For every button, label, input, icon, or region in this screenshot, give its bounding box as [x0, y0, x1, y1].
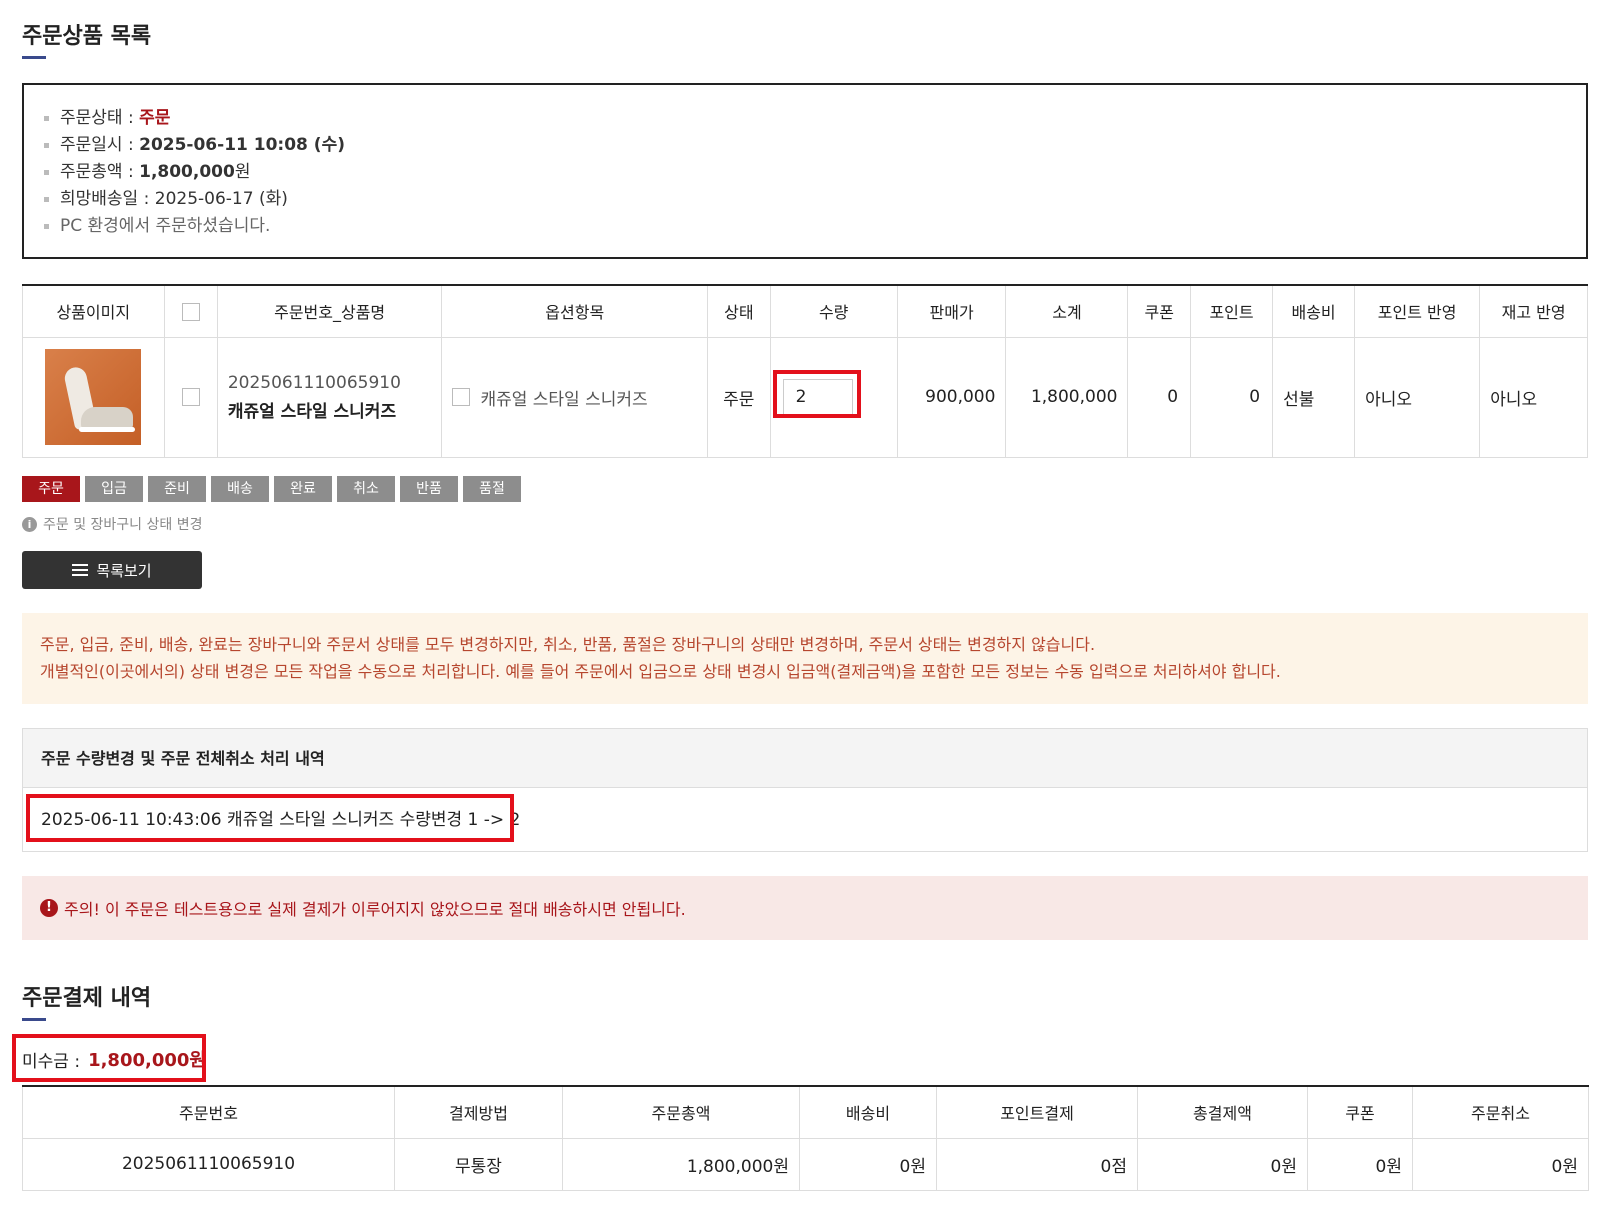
shoe-graphic-body — [81, 407, 134, 429]
pay-col-cancel: 주문취소 — [1412, 1086, 1589, 1139]
pay-coupon: 0원 — [1307, 1137, 1413, 1191]
pay-col-point: 포인트결제 — [936, 1086, 1138, 1139]
product-name[interactable]: 캐쥬얼 스타일 스니커즈 — [228, 397, 442, 422]
shipping-cell: 선불 — [1272, 336, 1356, 458]
status-cell: 주문 — [707, 336, 771, 458]
product-image[interactable] — [45, 349, 142, 445]
col-header-stock-applied: 재고 반영 — [1479, 285, 1588, 338]
pay-col-shipping: 배송비 — [799, 1086, 937, 1139]
option-checkbox[interactable] — [452, 388, 471, 406]
point-cell: 0 — [1190, 336, 1274, 458]
pay-shipping: 0원 — [799, 1137, 937, 1191]
col-header-point-applied: 포인트 반영 — [1354, 285, 1481, 338]
status-order-button[interactable]: 주문 — [22, 476, 80, 502]
pay-paid: 0원 — [1137, 1137, 1308, 1191]
info-icon: i — [22, 516, 37, 532]
payment-section-title: 주문결제 내역 — [22, 980, 151, 1021]
order-number: 2025061110065910 — [227, 372, 401, 393]
pay-total: 1,800,000원 — [562, 1137, 800, 1191]
order-env-note: PC 환경에서 주문하셨습니다. — [42, 213, 1568, 240]
payment-table: 주문번호 결제방법 주문총액 배송비 포인트결제 총결제액 쿠폰 주문취소 20… — [22, 1085, 1589, 1191]
order-total-label: 주문총액 : — [60, 162, 140, 182]
quantity-highlight-box — [773, 370, 861, 418]
pay-order-no: 2025061110065910 — [22, 1137, 395, 1191]
order-total-unit: 원 — [234, 162, 251, 182]
status-warning-box: 주문, 입금, 준비, 배송, 완료는 장바구니와 주문서 상태를 모두 변경하… — [22, 613, 1588, 704]
pay-col-order-no: 주문번호 — [22, 1086, 395, 1139]
pay-col-total: 주문총액 — [562, 1086, 800, 1139]
warning-line-1: 주문, 입금, 준비, 배송, 완료는 장바구니와 주문서 상태를 모두 변경하… — [40, 635, 1096, 654]
list-view-button[interactable]: 목록보기 — [22, 551, 202, 589]
order-status-value: 주문 — [139, 108, 171, 128]
col-header-quantity: 수량 — [769, 285, 898, 338]
pay-cancel: 0원 — [1412, 1137, 1589, 1191]
order-status-line: 주문상태 : 주문 — [42, 105, 1568, 132]
status-ship-button[interactable]: 배송 — [211, 476, 269, 502]
point-applied-cell: 아니오 — [1354, 336, 1481, 458]
option-label: 캐쥬얼 스타일 스니커즈 — [480, 389, 648, 410]
order-status-label: 주문상태 : — [60, 108, 140, 128]
status-cancel-button[interactable]: 취소 — [337, 476, 395, 502]
delivery-date-value: 2025-06-17 (화) — [154, 189, 288, 209]
order-date-value: 2025-06-11 10:08 (수) — [139, 135, 345, 155]
history-highlight-box — [26, 794, 514, 842]
status-complete-button[interactable]: 완료 — [274, 476, 332, 502]
order-date-label: 주문일시 : — [60, 135, 140, 155]
list-view-label: 목록보기 — [96, 561, 152, 580]
order-section-title: 주문상품 목록 — [22, 18, 151, 59]
warning-line-2: 개별적인(이곳에서의) 상태 변경은 모든 작업을 수동으로 처리합니다. 예를… — [40, 662, 1281, 681]
unpaid-highlight-box — [12, 1034, 206, 1082]
col-header-option: 옵션항목 — [441, 285, 709, 338]
exclamation-icon: ! — [40, 899, 58, 917]
shoe-graphic-sole — [79, 427, 136, 432]
status-soldout-button[interactable]: 품절 — [463, 476, 521, 502]
col-header-checkbox[interactable] — [163, 285, 218, 338]
col-header-image: 상품이미지 — [22, 285, 165, 338]
stock-applied-cell: 아니오 — [1479, 336, 1588, 458]
col-header-order-product: 주문번호_상품명 — [216, 285, 443, 338]
status-return-button[interactable]: 반품 — [400, 476, 458, 502]
row-checkbox[interactable] — [181, 388, 200, 406]
order-info-box: 주문상태 : 주문 주문일시 : 2025-06-11 10:08 (수) 주문… — [22, 83, 1588, 259]
col-header-point: 포인트 — [1190, 285, 1274, 338]
col-header-shipping: 배송비 — [1272, 285, 1356, 338]
alert-text: 주의! 이 주문은 테스트용으로 실제 결제가 이루어지지 않았으므로 절대 배… — [64, 900, 686, 919]
coupon-cell: 0 — [1127, 336, 1192, 458]
history-title: 주문 수량변경 및 주문 전체취소 처리 내역 — [23, 729, 1587, 788]
order-product-cell: 2025061110065910 캐쥬얼 스타일 스니커즈 — [216, 336, 443, 458]
order-total-line: 주문총액 : 1,800,000원 — [42, 159, 1568, 186]
row-checkbox-cell — [163, 336, 218, 458]
col-header-price: 판매가 — [896, 285, 1007, 338]
pay-point: 0점 — [936, 1137, 1138, 1191]
pay-col-paid: 총결제액 — [1137, 1086, 1308, 1139]
test-order-alert: ! 주의! 이 주문은 테스트용으로 실제 결제가 이루어지지 않았으므로 절대… — [22, 876, 1588, 940]
select-all-checkbox[interactable] — [181, 303, 200, 321]
table-row: 2025061110065910 무통장 1,800,000원 0원 0점 0원… — [22, 1137, 1589, 1191]
col-header-coupon: 쿠폰 — [1127, 285, 1192, 338]
pay-col-method: 결제방법 — [394, 1086, 563, 1139]
status-change-note: i 주문 및 장바구니 상태 변경 — [22, 514, 202, 534]
status-deposit-button[interactable]: 입금 — [85, 476, 143, 502]
status-button-group: 주문 입금 준비 배송 완료 취소 반품 품절 — [22, 476, 521, 502]
pay-col-coupon: 쿠폰 — [1307, 1086, 1413, 1139]
col-header-subtotal: 소계 — [1005, 285, 1129, 338]
order-date-line: 주문일시 : 2025-06-11 10:08 (수) — [42, 132, 1568, 159]
order-total-value: 1,800,000 — [139, 162, 235, 182]
price-cell: 900,000 — [896, 336, 1007, 458]
list-icon — [72, 564, 89, 576]
col-header-status: 상태 — [707, 285, 771, 338]
status-prepare-button[interactable]: 준비 — [148, 476, 206, 502]
delivery-date-line: 희망배송일 : 2025-06-17 (화) — [42, 186, 1568, 213]
product-image-cell — [22, 336, 165, 458]
status-note-text: 주문 및 장바구니 상태 변경 — [43, 517, 203, 533]
option-cell: 캐쥬얼 스타일 스니커즈 — [441, 336, 709, 458]
delivery-date-label: 희망배송일 : — [60, 189, 155, 209]
pay-method: 무통장 — [394, 1137, 563, 1191]
subtotal-cell: 1,800,000 — [1005, 336, 1129, 458]
